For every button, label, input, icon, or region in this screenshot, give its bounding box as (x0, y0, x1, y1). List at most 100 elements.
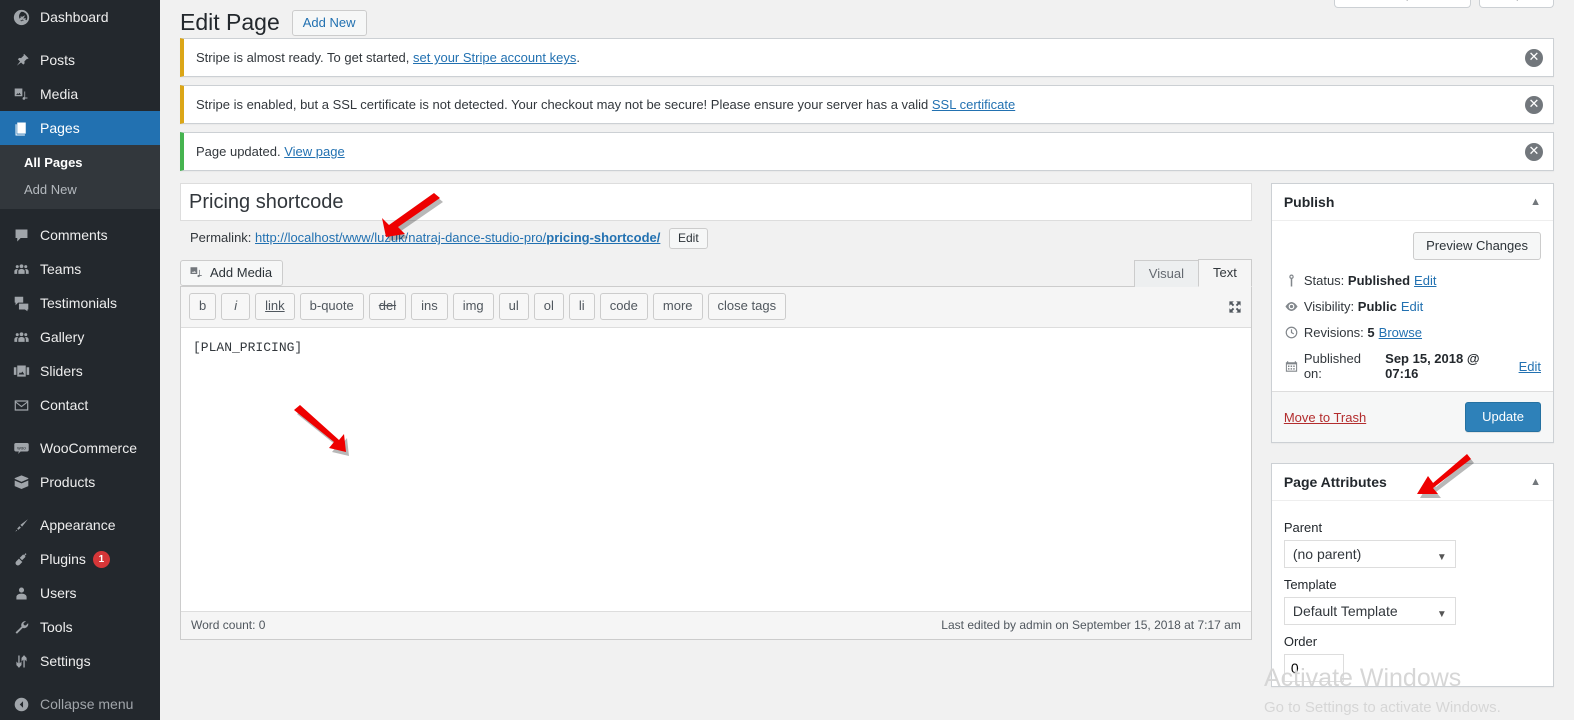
screen-options-label: Screen Options (1351, 0, 1441, 1)
sidebar-divider (0, 34, 160, 43)
qt-button-img[interactable]: img (452, 293, 494, 320)
sidebar-item-settings[interactable]: Settings (0, 644, 160, 678)
submenu-item-add-new[interactable]: Add New (0, 176, 160, 203)
qt-button-del[interactable]: del (368, 293, 407, 320)
sidebar-item-plugins[interactable]: Plugins 1 (0, 542, 160, 576)
notice-link[interactable]: SSL certificate (932, 97, 1015, 112)
sidebar-item-pages[interactable]: Pages (0, 111, 160, 145)
page-attributes-body: Parent (no parent) ▼ Template Default Te… (1272, 501, 1553, 686)
sidebar-item-comments[interactable]: Comments (0, 218, 160, 252)
qt-button-bquote[interactable]: b-quote (299, 293, 364, 320)
sidebar-divider (0, 678, 160, 687)
group-icon (11, 327, 31, 347)
chevron-up-icon[interactable]: ▲ (1530, 476, 1541, 488)
content-textarea[interactable] (181, 327, 1251, 611)
sidebar-item-woocommerce[interactable]: woo WooCommerce (0, 431, 160, 465)
sidebar-item-media[interactable]: Media (0, 77, 160, 111)
page-attributes-title: Page Attributes (1283, 474, 1387, 490)
post-title-input[interactable] (180, 183, 1252, 221)
post-sidebar: Publish ▲ Preview Changes Status: Publis… (1270, 183, 1554, 707)
screen-options-button[interactable]: Screen Options▼ (1333, 0, 1472, 8)
parent-label: Parent (1283, 520, 1323, 535)
notice-link[interactable]: View page (284, 144, 344, 159)
editor-container: b i link b-quote del ins img ul ol li co… (180, 286, 1252, 640)
close-icon[interactable]: ✕ (1525, 142, 1543, 161)
sidebar-item-posts[interactable]: Posts (0, 43, 160, 77)
chevron-up-icon[interactable]: ▲ (1530, 196, 1541, 208)
update-button[interactable]: Update (1465, 402, 1541, 432)
admin-sidebar: Dashboard Posts Media Pages All Pages Ad… (0, 0, 160, 720)
woo-icon: woo (11, 438, 31, 458)
sidebar-item-products[interactable]: Products (0, 465, 160, 499)
sidebar-item-dashboard[interactable]: Dashboard (0, 0, 160, 34)
notice-text: Page updated. (196, 144, 285, 159)
calendar-icon (1284, 359, 1304, 374)
browse-revisions-link[interactable]: Browse (1379, 325, 1422, 340)
notice-link[interactable]: set your Stripe account keys (413, 50, 576, 65)
edit-slug-button[interactable]: Edit (669, 228, 708, 249)
add-new-button[interactable]: Add New (291, 9, 367, 37)
collapse-menu-label: Collapse menu (40, 696, 134, 712)
qt-button-code[interactable]: code (599, 293, 648, 320)
testimonial-icon (11, 293, 31, 313)
help-button[interactable]: Help▼ (1479, 0, 1554, 8)
pages-submenu: All Pages Add New (0, 145, 160, 209)
sidebar-item-testimonials[interactable]: Testimonials (0, 286, 160, 320)
group-icon (11, 259, 31, 279)
template-select[interactable]: Default Template ▼ (1283, 597, 1456, 625)
move-to-trash-link[interactable]: Move to Trash (1284, 410, 1366, 425)
edit-published-date-link[interactable]: Edit (1519, 359, 1541, 374)
status-row: Status: Published Edit (1284, 268, 1541, 294)
order-input[interactable] (1283, 654, 1344, 682)
last-edited-text: Last edited by admin on September 15, 20… (941, 617, 1241, 632)
qt-button-more[interactable]: more (652, 293, 703, 320)
fullscreen-icon[interactable] (1227, 299, 1243, 315)
main-content: Screen Options▼ Help▼ Edit Page Add New … (160, 0, 1574, 720)
status-value: Published (1347, 273, 1411, 288)
qt-button-ul[interactable]: ul (498, 293, 529, 320)
sidebar-item-users[interactable]: Users (0, 576, 160, 610)
close-icon[interactable]: ✕ (1525, 48, 1543, 67)
qt-button-link[interactable]: link (255, 293, 295, 320)
chevron-down-icon: ▼ (1436, 552, 1447, 563)
qt-button-li[interactable]: li (568, 293, 595, 320)
sidebar-item-contact[interactable]: Contact (0, 388, 160, 422)
tab-visual[interactable]: Visual (1133, 260, 1199, 287)
notice-text: Stripe is almost ready. To get started, (196, 50, 414, 65)
close-icon[interactable]: ✕ (1525, 95, 1543, 114)
permalink-link[interactable]: http://localhost/www/luzuk/natraj-dance-… (255, 230, 660, 245)
parent-select[interactable]: (no parent) ▼ (1283, 540, 1456, 568)
add-media-button[interactable]: Add Media (180, 260, 284, 286)
qt-button-i[interactable]: i (221, 293, 251, 320)
sidebar-item-label: Users (40, 585, 77, 601)
sidebar-item-tools[interactable]: Tools (0, 610, 160, 644)
sidebar-item-label: Settings (40, 653, 91, 669)
edit-status-link[interactable]: Edit (1414, 273, 1436, 288)
sidebar-item-gallery[interactable]: Gallery (0, 320, 160, 354)
collapse-menu-button[interactable]: Collapse menu (0, 687, 160, 720)
qt-button-ins[interactable]: ins (411, 293, 448, 320)
published-label: Published on: (1303, 351, 1361, 381)
publish-box: Publish ▲ Preview Changes Status: Publis… (1270, 183, 1554, 443)
preview-changes-button[interactable]: Preview Changes (1413, 232, 1541, 260)
revisions-label: Revisions: (1303, 325, 1364, 340)
qt-button-ol[interactable]: ol (533, 293, 564, 320)
visibility-label: Visibility: (1303, 299, 1355, 314)
revisions-row: Revisions: 5 Browse (1284, 320, 1541, 346)
sidebar-item-teams[interactable]: Teams (0, 252, 160, 286)
sidebar-item-label: Sliders (40, 363, 83, 379)
sidebar-item-appearance[interactable]: Appearance (0, 508, 160, 542)
edit-visibility-link[interactable]: Edit (1401, 299, 1423, 314)
notice-text-after: . (576, 50, 580, 65)
parent-select-value: (no parent) (1292, 546, 1362, 562)
sidebar-item-sliders[interactable]: Sliders (0, 354, 160, 388)
screen-meta-links: Screen Options▼ Help▼ (1333, 0, 1554, 8)
chevron-left-circle-icon (11, 694, 31, 714)
tab-text[interactable]: Text (1197, 259, 1252, 287)
post-status-icon (1284, 273, 1304, 288)
qt-button-b[interactable]: b (189, 293, 217, 320)
submenu-item-all-pages[interactable]: All Pages (0, 149, 160, 176)
sidebar-divider (0, 422, 160, 431)
published-date: Sep 15, 2018 @ 07:16 (1385, 351, 1480, 381)
qt-button-close-tags[interactable]: close tags (707, 293, 787, 320)
